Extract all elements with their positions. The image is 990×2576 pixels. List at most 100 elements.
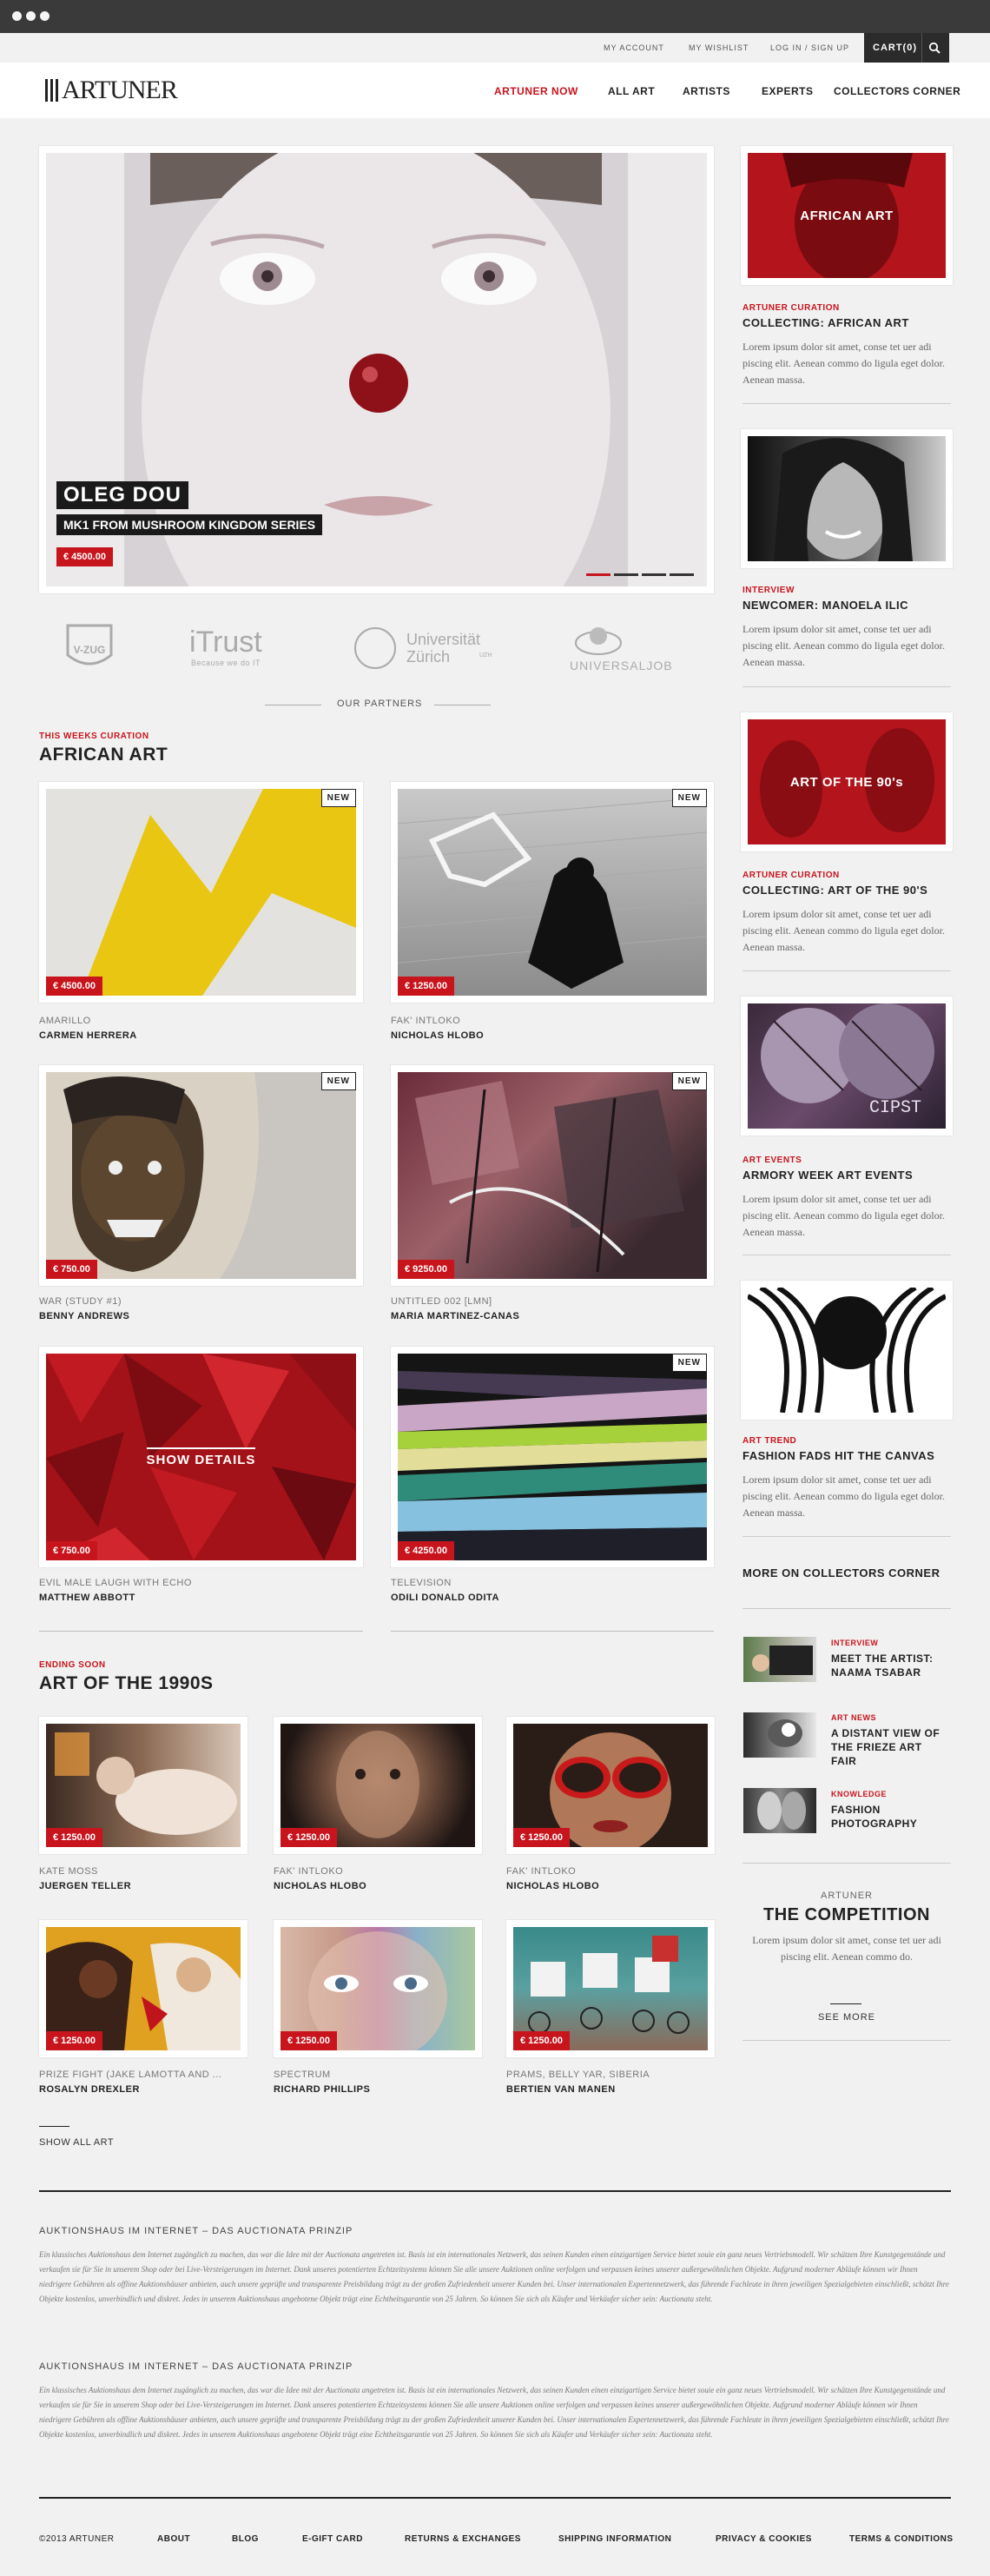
sidebar-feature-card[interactable]: CIPST: [741, 997, 953, 1136]
window-dot-icon[interactable]: [40, 11, 50, 21]
cart-button[interactable]: CART(0): [864, 33, 949, 63]
sidebar-feature-card[interactable]: [741, 429, 953, 568]
sidebar-divider: [742, 1536, 951, 1537]
artwork-artist[interactable]: BENNY ANDREWS: [39, 1311, 129, 1321]
artwork-card[interactable]: NEW € 4500.00: [39, 782, 363, 1003]
section-divider: [39, 1631, 363, 1632]
sidebar-feature-title[interactable]: ARMORY WEEK ART EVENTS: [742, 1169, 913, 1182]
footer-link-returns[interactable]: RETURNS & EXCHANGES: [405, 2534, 521, 2544]
artwork-card[interactable]: € 1250.00: [506, 1920, 715, 2057]
artwork-card[interactable]: NEW € 1250.00: [391, 782, 714, 1003]
universaljob-logo[interactable]: UNIVERSALJOB: [570, 659, 673, 672]
sidebar-feature-card[interactable]: ART OF THE 90's: [741, 712, 953, 851]
uzh-logo[interactable]: Universität Zürich: [406, 631, 502, 666]
browser-chrome: [0, 0, 990, 33]
hero-slider[interactable]: OLEG DOU MK1 FROM MUSHROOM KINGDOM SERIE…: [39, 146, 714, 593]
sidebar-feature-title[interactable]: FASHION FADS HIT THE CANVAS: [742, 1449, 934, 1462]
sidebar-feature-card[interactable]: [741, 1281, 953, 1420]
artuner-logo[interactable]: ARTUNER: [45, 76, 178, 104]
artwork-card[interactable]: NEW € 750.00: [39, 1065, 363, 1286]
footer-link-about[interactable]: ABOUT: [157, 2534, 190, 2544]
artwork-card[interactable]: € 1250.00: [39, 1920, 248, 2057]
artwork-image: [398, 789, 707, 996]
sidebar-feature-title[interactable]: NEWCOMER: MANOELA ILIC: [742, 599, 908, 612]
artwork-artist[interactable]: NICHOLAS HLOBO: [274, 1881, 366, 1891]
hero-slider-dots[interactable]: [586, 573, 694, 576]
footer-bottom-rule: [39, 2497, 951, 2499]
itrust-tagline: Because we do IT: [191, 659, 261, 667]
more-thumb[interactable]: [743, 1637, 816, 1682]
artwork-artist[interactable]: MATTHEW ABBOTT: [39, 1593, 135, 1603]
show-details-overlay[interactable]: SHOW DETAILS: [46, 1354, 356, 1560]
cart-divider: [921, 33, 922, 63]
more-thumb[interactable]: [743, 1788, 816, 1833]
artwork-card[interactable]: NEW € 9250.00: [391, 1065, 714, 1286]
more-title[interactable]: A DISTANT VIEW OF THE FRIEZE ART FAIR: [831, 1726, 944, 1768]
artwork-card[interactable]: € 1250.00: [506, 1717, 715, 1854]
footer-link-shipping[interactable]: SHIPPING INFORMATION: [558, 2534, 671, 2544]
competition-kicker: ARTUNER: [821, 1891, 873, 1901]
curation-kicker: THIS WEEKS CURATION: [39, 732, 149, 741]
artwork-artist[interactable]: BERTIEN VAN MANEN: [506, 2084, 616, 2095]
artwork-artist[interactable]: NICHOLAS HLOBO: [391, 1030, 484, 1041]
nav-artuner-now[interactable]: ARTUNER NOW: [494, 85, 578, 97]
my-account-link[interactable]: MY ACCOUNT: [604, 43, 664, 52]
footer-link-egift[interactable]: E-GIFT CARD: [302, 2534, 363, 2544]
search-icon[interactable]: [928, 42, 940, 54]
artwork-card[interactable]: € 1250.00: [274, 1920, 482, 2057]
artwork-card[interactable]: NEW € 4250.00: [391, 1347, 714, 1567]
price-tag: € 1250.00: [398, 977, 454, 996]
window-dot-icon[interactable]: [26, 11, 36, 21]
curation-title: AFRICAN ART: [39, 745, 168, 765]
main-header: ARTUNER ARTUNER NOW ALL ART ARTISTS EXPE…: [0, 63, 990, 118]
slider-dot[interactable]: [642, 573, 666, 576]
artwork-title: FAK' INTLOKO: [506, 1866, 577, 1877]
slider-dot[interactable]: [670, 573, 694, 576]
sidebar-feature-title[interactable]: COLLECTING: ART OF THE 90's: [742, 884, 927, 897]
artwork-artist[interactable]: NICHOLAS HLOBO: [506, 1881, 599, 1891]
nav-all-art[interactable]: ALL ART: [608, 85, 655, 97]
artwork-image: [46, 1072, 356, 1279]
artwork-artist[interactable]: ODILI DONALD ODITA: [391, 1593, 499, 1603]
window-dot-icon[interactable]: [12, 11, 22, 21]
sidebar-feature-body: Lorem ipsum dolor sit amet, conse tet ue…: [742, 1193, 945, 1238]
more-title[interactable]: FASHION PHOTOGRAPHY: [831, 1803, 918, 1831]
sidebar-kicker: ARTUNER CURATION: [742, 871, 840, 880]
sidebar-divider: [742, 2040, 951, 2041]
vzug-logo[interactable]: V-ZUG: [66, 624, 113, 672]
footer-link-privacy[interactable]: PRIVACY & COOKIES: [716, 2534, 812, 2544]
artwork-artist[interactable]: ROSALYN DREXLER: [39, 2084, 140, 2095]
artwork-artist[interactable]: RICHARD PHILLIPS: [274, 2084, 370, 2095]
new-badge: NEW: [671, 789, 707, 807]
see-more-link[interactable]: SEE MORE: [742, 2012, 951, 2023]
itrust-logo[interactable]: iTrust: [189, 626, 262, 659]
artwork-artist[interactable]: CARMEN HERRERA: [39, 1030, 137, 1041]
artwork-artist[interactable]: MARIA MARTINEZ-CANAS: [391, 1311, 519, 1321]
artwork-card[interactable]: € 1250.00: [274, 1717, 482, 1854]
footer-link-blog[interactable]: BLOG: [232, 2534, 259, 2544]
my-wishlist-link[interactable]: MY WISHLIST: [689, 43, 749, 52]
login-signup-link[interactable]: LOG IN / SIGN UP: [770, 43, 849, 52]
sidebar-feature-card[interactable]: AFRICAN ART: [741, 146, 953, 285]
partner-name: V-ZUG: [74, 644, 106, 656]
nav-experts[interactable]: EXPERTS: [762, 85, 814, 97]
more-title[interactable]: MEET THE ARTIST: NAAMA TSABAR: [831, 1652, 944, 1679]
sidebar-feature-title[interactable]: COLLECTING: AFRICAN ART: [742, 316, 909, 329]
cart-label: CART(0): [873, 43, 917, 53]
show-all-art-link[interactable]: SHOW ALL ART: [39, 2137, 114, 2148]
more-collectors-title: MORE ON COLLECTORS CORNER: [742, 1566, 940, 1579]
slider-dot[interactable]: [586, 573, 610, 576]
artwork-card[interactable]: € 1250.00: [39, 1717, 248, 1854]
artwork-artist[interactable]: JUERGEN TELLER: [39, 1881, 131, 1891]
nav-artists[interactable]: ARTISTS: [683, 85, 730, 97]
slider-dot[interactable]: [614, 573, 638, 576]
artwork-card[interactable]: SHOW DETAILS € 750.00: [39, 1347, 363, 1567]
ending-kicker: ENDING SOON: [39, 1660, 106, 1670]
partners-label: OUR PARTNERS: [337, 699, 423, 709]
more-thumb[interactable]: [743, 1712, 816, 1758]
logo-text: ARTUNER: [62, 76, 178, 104]
footer-link-terms[interactable]: TERMS & CONDITIONS: [849, 2534, 954, 2544]
price-tag: € 750.00: [46, 1541, 97, 1560]
competition-title[interactable]: THE COMPETITION: [742, 1905, 951, 1925]
nav-collectors-corner[interactable]: COLLECTORS CORNER: [834, 85, 960, 97]
